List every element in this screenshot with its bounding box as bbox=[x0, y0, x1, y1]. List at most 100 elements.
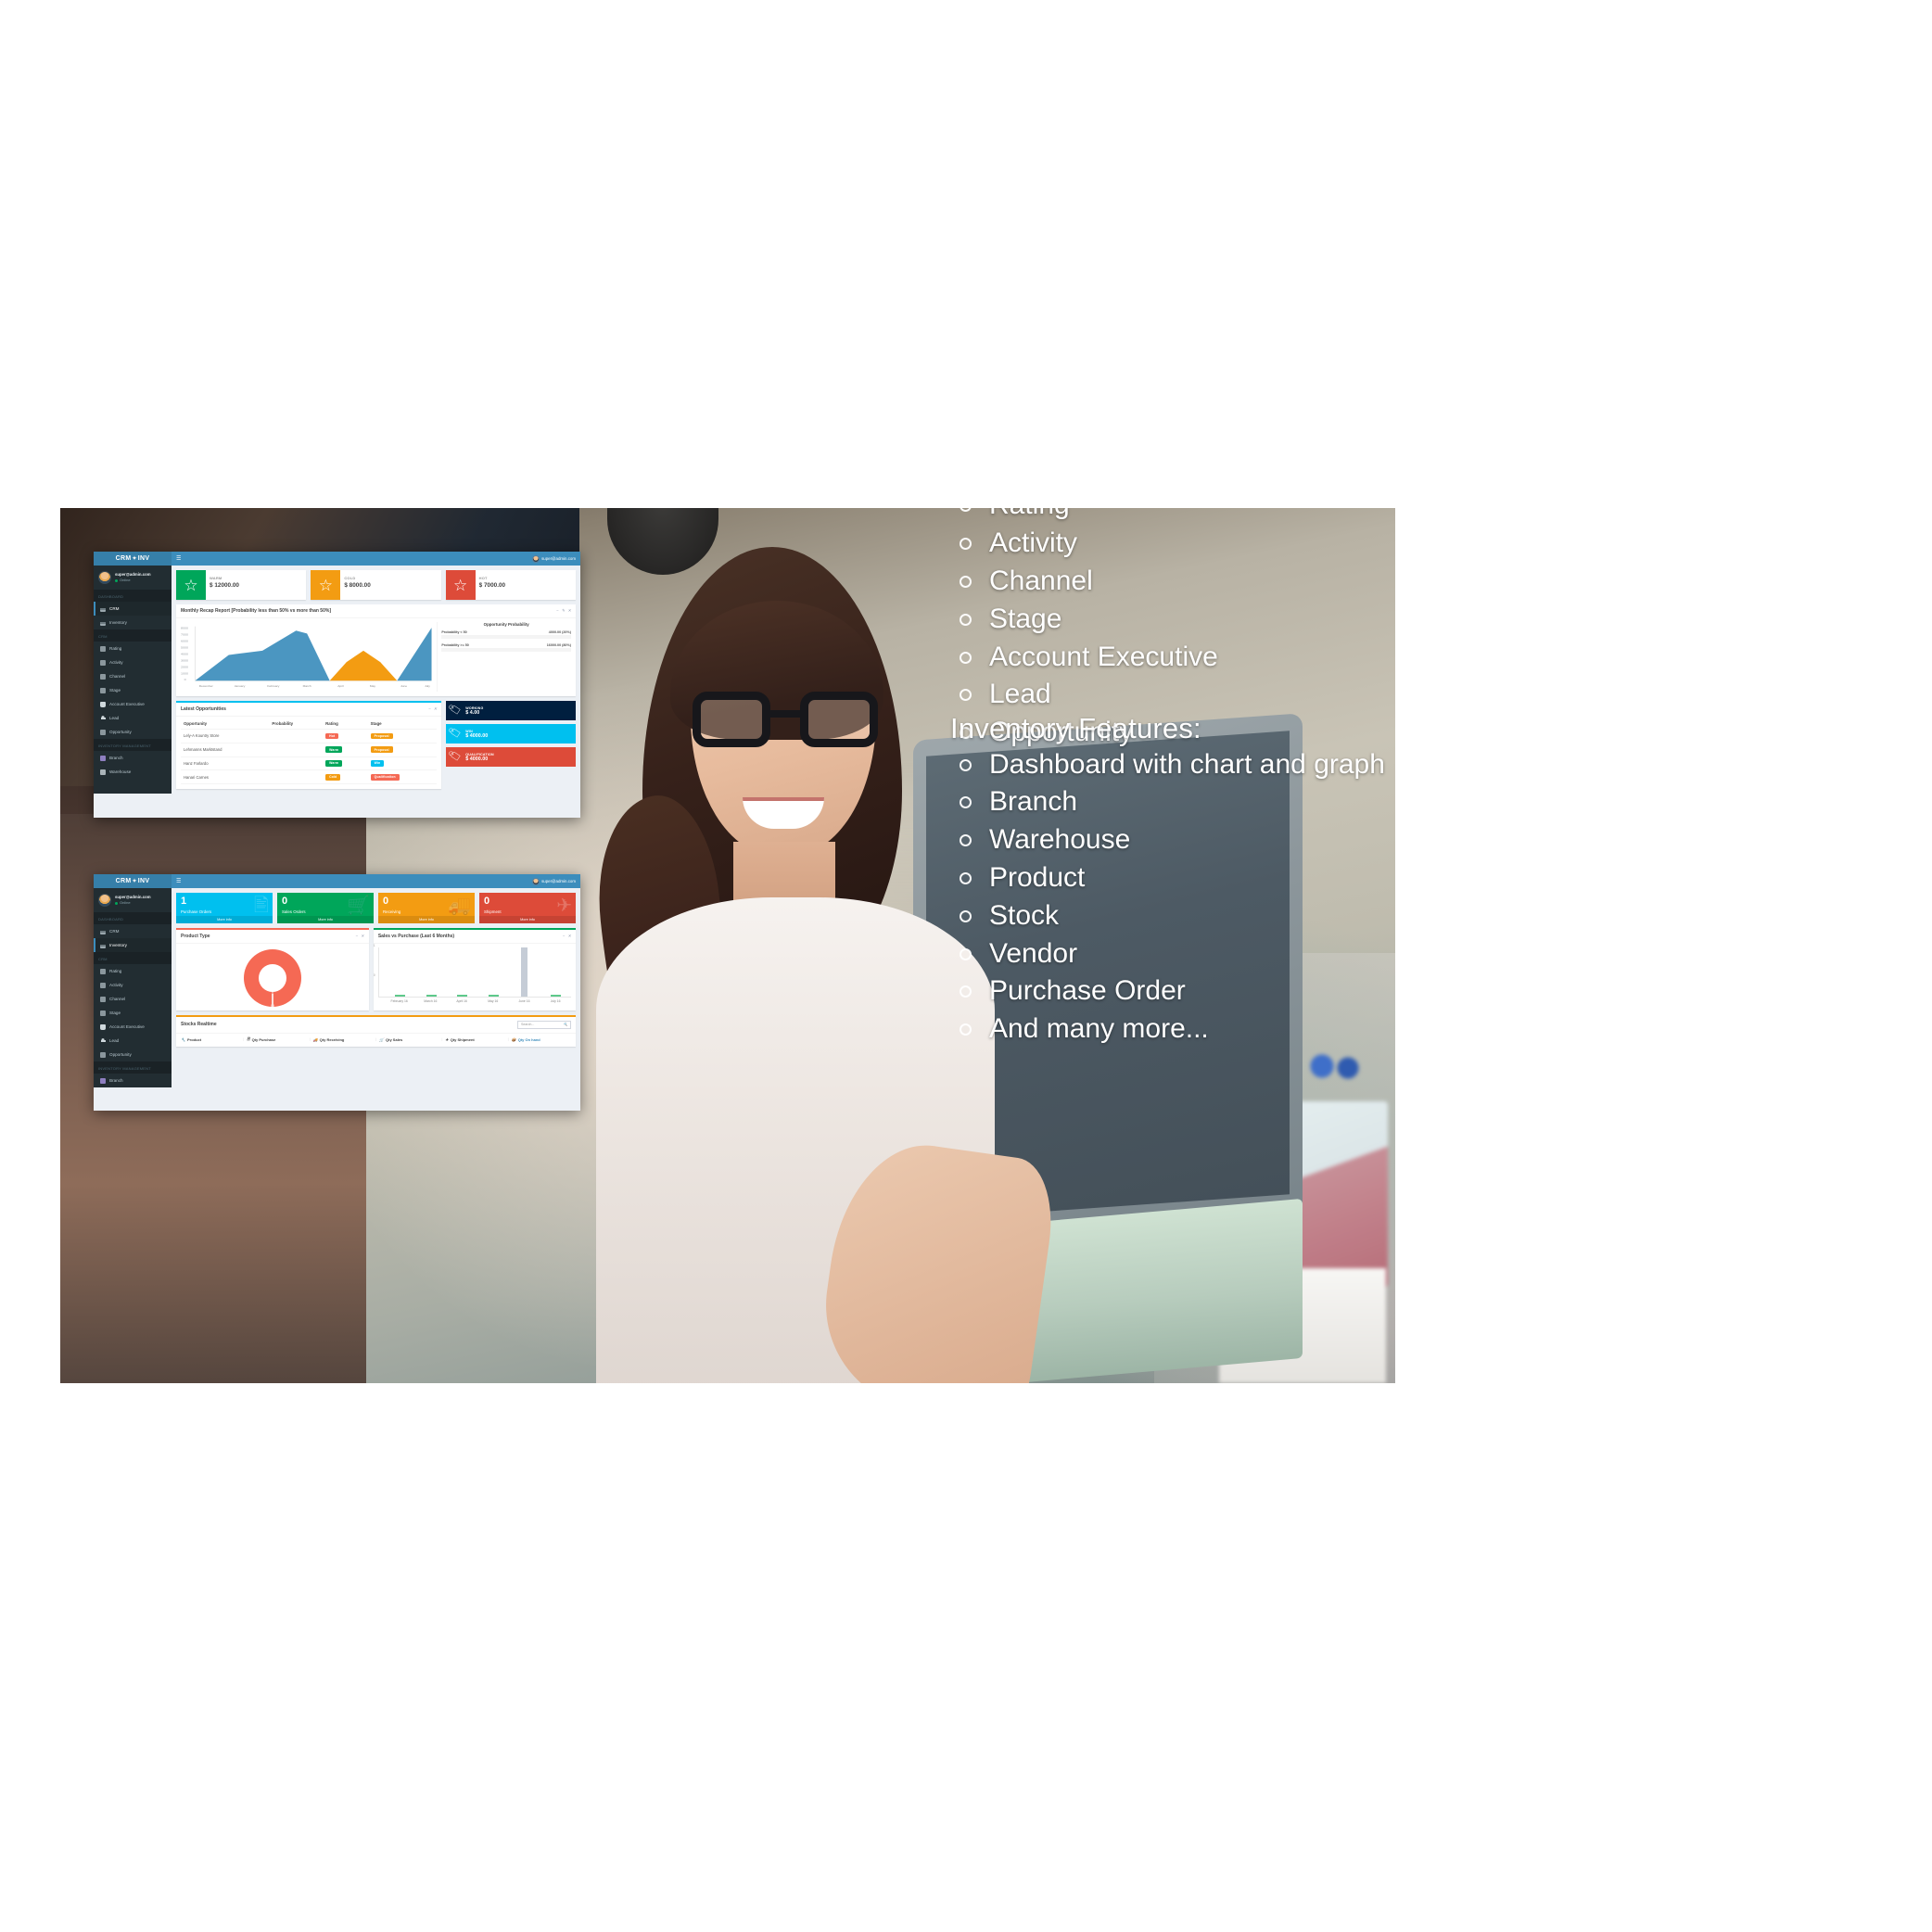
tile-purchase-orders[interactable]: 🖹 1 Purchase Orders More info bbox=[176, 893, 273, 923]
sidebar-item-activity[interactable]: Activity bbox=[94, 655, 172, 669]
sidebar-item-inventory[interactable]: Inventory bbox=[94, 616, 172, 629]
stocks-realtime-box: Stocks Realtime Search... 🔍 🔧 Product | 🖹… bbox=[176, 1014, 576, 1047]
sidebar-item-opportunity[interactable]: Opportunity bbox=[94, 725, 172, 739]
navbar-user[interactable]: super@admin.com bbox=[532, 554, 576, 563]
sidebar-item-branch[interactable]: Branch bbox=[94, 751, 172, 765]
more-info-link[interactable]: More info bbox=[378, 915, 475, 923]
kpi-card-hot[interactable]: ☆ HOT $ 7000.00 bbox=[445, 570, 576, 600]
minus-icon[interactable]: − bbox=[428, 706, 431, 712]
circle-bullet-icon bbox=[960, 1023, 972, 1036]
menu-icon[interactable]: ☰ bbox=[176, 878, 181, 884]
window-topbar: CRM ✦ INV ☰ super@admin.com bbox=[94, 874, 580, 888]
sidebar-item-stage[interactable]: Stage bbox=[94, 1006, 172, 1020]
tile-shipment[interactable]: ✈ 0 Shipment More info bbox=[479, 893, 576, 923]
search-icon[interactable]: 🔍 bbox=[564, 1023, 567, 1026]
app-logo[interactable]: CRM ✦ INV bbox=[94, 874, 172, 888]
table-row[interactable]: Hanari Carnes Cold Qualification bbox=[181, 769, 438, 785]
pencil-icon[interactable]: ✎ bbox=[562, 608, 566, 614]
tile-receiving[interactable]: 🚚 0 Receiving More info bbox=[378, 893, 475, 923]
sidebar-item-crm[interactable]: CRM bbox=[94, 924, 172, 938]
more-info-link[interactable]: More info bbox=[176, 915, 273, 923]
list-item: Rating bbox=[950, 508, 1395, 525]
sidebar-item-lead[interactable]: Lead bbox=[94, 711, 172, 725]
sidebar-item-inventory[interactable]: Inventory bbox=[94, 938, 172, 952]
more-info-link[interactable]: More info bbox=[479, 915, 576, 923]
inventory-features-block: Inventory Features: Dashboard with chart… bbox=[950, 712, 1395, 1049]
sidebar-item-opportunity[interactable]: Opportunity bbox=[94, 1048, 172, 1061]
close-icon[interactable]: ✕ bbox=[434, 706, 438, 712]
sidebar-item-warehouse[interactable]: Warehouse bbox=[94, 765, 172, 779]
sidebar-item-channel[interactable]: Channel bbox=[94, 669, 172, 683]
inventory-dashboard-window[interactable]: CRM ✦ INV ☰ super@admin.com super@admin.… bbox=[94, 874, 580, 1111]
bar-chart-icon bbox=[100, 928, 106, 934]
minus-icon[interactable]: − bbox=[563, 934, 566, 939]
sidebar-item-rating[interactable]: Rating bbox=[94, 642, 172, 655]
stage-tile-win[interactable]: 🏷 WIN $ 4000.00 bbox=[446, 724, 576, 744]
sidebar-item-label: Branch bbox=[109, 756, 123, 760]
sidebar-item-label: Inventory bbox=[109, 620, 127, 625]
kpi-label: WARM bbox=[210, 576, 222, 580]
column-header: Stage bbox=[367, 718, 438, 730]
sidebar-item-branch[interactable]: Branch bbox=[94, 1074, 172, 1087]
sidebar-item-rating[interactable]: Rating bbox=[94, 964, 172, 978]
sidebar-item-label: Stage bbox=[109, 1010, 121, 1015]
close-icon[interactable]: ✕ bbox=[567, 934, 571, 939]
column-header: Opportunity bbox=[181, 718, 270, 730]
list-item: Lead bbox=[950, 676, 1395, 714]
sidebar-item-account-executive[interactable]: Account Executive bbox=[94, 697, 172, 711]
sidebar-item-lead[interactable]: Lead bbox=[94, 1034, 172, 1048]
more-info-link[interactable]: More info bbox=[277, 915, 374, 923]
app-logo[interactable]: CRM ✦ INV bbox=[94, 552, 172, 566]
close-icon[interactable]: ✕ bbox=[361, 934, 364, 939]
menu-icon[interactable]: ☰ bbox=[176, 555, 181, 562]
minus-icon[interactable]: − bbox=[556, 608, 559, 614]
tile-sales-orders[interactable]: 🛒 0 Sales Orders More info bbox=[277, 893, 374, 923]
sidebar-user-panel[interactable]: super@admin.com Online bbox=[94, 888, 172, 912]
sidebar-item-channel[interactable]: Channel bbox=[94, 992, 172, 1006]
column-qty-on-hand[interactable]: 📦 Qty On hand bbox=[512, 1036, 571, 1043]
column-qty-receiving[interactable]: 🚚 Qty Receiving bbox=[313, 1036, 373, 1043]
window-body: super@admin.com Online DASHBOARD CRM Inv… bbox=[94, 566, 580, 794]
logo-text-crm: CRM bbox=[115, 555, 132, 562]
probability-label: Probability >= 50 bbox=[441, 642, 469, 647]
minus-icon[interactable]: − bbox=[356, 934, 359, 939]
grid-icon bbox=[100, 673, 106, 680]
sidebar-item-label: Activity bbox=[109, 983, 123, 987]
column-product[interactable]: 🔧 Product bbox=[181, 1036, 240, 1043]
svg-text:May: May bbox=[370, 684, 376, 688]
logo-text-inv: INV bbox=[137, 555, 150, 562]
building-icon bbox=[100, 755, 106, 761]
cell-opportunity: Hanari Carnes bbox=[181, 769, 270, 785]
column-qty-shipment[interactable]: ✈ Qty Shipment bbox=[445, 1036, 504, 1043]
stage-tile-qualification[interactable]: 🏷 QUALIFICATION $ 4000.00 bbox=[446, 747, 576, 767]
sidebar-item-stage[interactable]: Stage bbox=[94, 683, 172, 697]
bar-chart-icon bbox=[100, 942, 106, 948]
table-row[interactable]: Lehmanns Marktstand Warm Proposal bbox=[181, 743, 438, 757]
column-qty-purchase[interactable]: 🖹 Qty Purchase bbox=[247, 1036, 306, 1043]
navbar-user[interactable]: super@admin.com bbox=[532, 877, 576, 885]
crm-dashboard-window[interactable]: CRM ✦ INV ☰ super@admin.com super@admin.… bbox=[94, 552, 580, 818]
sidebar-item-crm[interactable]: CRM bbox=[94, 602, 172, 616]
close-icon[interactable]: ✕ bbox=[567, 608, 571, 614]
sidebar-item-activity[interactable]: Activity bbox=[94, 978, 172, 992]
sidebar-user-panel[interactable]: super@admin.com Online bbox=[94, 566, 172, 590]
navbar: ☰ super@admin.com bbox=[172, 552, 580, 566]
kpi-card-cold[interactable]: ☆ COLD $ 8000.00 bbox=[311, 570, 441, 600]
stage-tile-working[interactable]: 🏷 WORKING $ 4.00 bbox=[446, 701, 576, 720]
kpi-label: HOT bbox=[478, 576, 488, 580]
rating-badge: Cold bbox=[325, 773, 341, 781]
rating-badge: Hot bbox=[325, 732, 339, 740]
sidebar-item-account-executive[interactable]: Account Executive bbox=[94, 1020, 172, 1034]
sidebar-item-label: Rating bbox=[109, 646, 122, 651]
column-qty-sales[interactable]: 🛒 Qty Sales bbox=[379, 1036, 439, 1043]
kpi-card-warm[interactable]: ☆ WARM $ 12000.00 bbox=[176, 570, 307, 600]
window-body: super@admin.com Online DASHBOARD CRM Inv… bbox=[94, 888, 580, 1087]
table-row[interactable]: Hanz Farlardo Warm Win bbox=[181, 756, 438, 771]
x-tick: March 16 bbox=[424, 998, 438, 1003]
svg-text:0: 0 bbox=[184, 678, 186, 681]
sidebar-item-label: Lead bbox=[109, 1038, 120, 1043]
product-type-box: Product Type − ✕ bbox=[176, 927, 369, 1010]
sidebar-section-header: INVENTORY MANAGEMENT bbox=[94, 739, 172, 751]
search-input[interactable]: Search... 🔍 bbox=[517, 1020, 571, 1029]
table-row[interactable]: Lely-A Kountry Store Hot Proposal bbox=[181, 729, 438, 744]
